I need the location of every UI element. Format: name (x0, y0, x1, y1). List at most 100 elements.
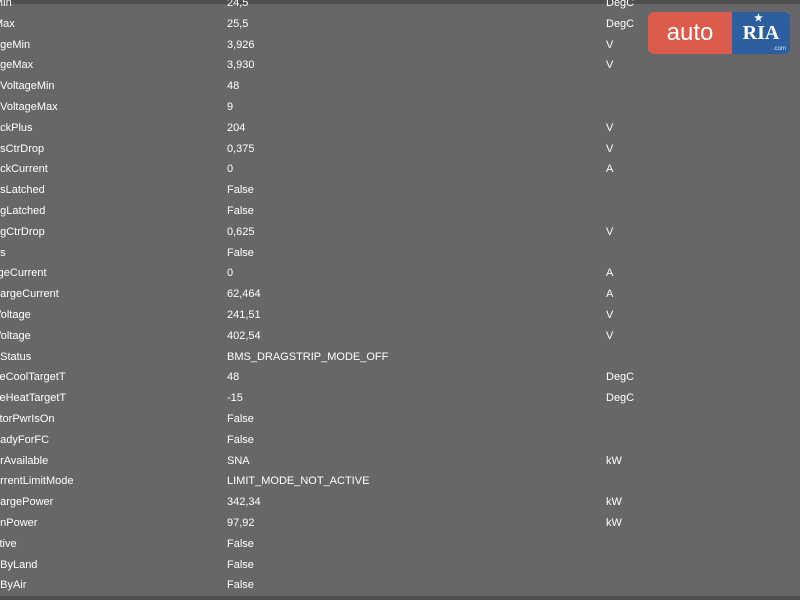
signal-name-text: ackCurrent (0, 163, 48, 176)
signal-name-text: egCtrDrop (0, 225, 45, 238)
table-row: egCtrDrop 0,625 V (0, 222, 800, 243)
signal-value: 342,34 (227, 496, 261, 509)
signal-name-text: nVoltageMax (0, 100, 58, 113)
signal-name: erAvailable (0, 451, 209, 472)
table-row: ageMax 3,930 V (0, 55, 800, 76)
table-row: ackCurrent 0 A (0, 159, 800, 180)
table-row: veHeatTargetT -15 DegC (0, 388, 800, 409)
signal-value: 3,926 (227, 38, 255, 51)
signal-unit: V (606, 38, 614, 51)
signal-name: Min (0, 0, 209, 14)
signal-name: Voltage (0, 305, 209, 326)
signal-value: 3,930 (227, 59, 255, 72)
signal-name-text: Voltage (0, 329, 31, 342)
signal-value: False (227, 246, 254, 259)
signal-name: enPower (0, 513, 209, 534)
signal-value: 24,5 (227, 0, 249, 9)
logo-ria-text: RIA (742, 22, 780, 44)
signal-name: ageMax (0, 55, 209, 76)
signal-name-text: pByLand (0, 558, 38, 571)
table-row: Voltage 402,54 V (0, 326, 800, 347)
bms-signal-table: Min 24,5 DegC Max 25,5 DegC ageMin 3,926 VageMax… (0, 0, 800, 596)
signal-name-text: Min (0, 0, 12, 9)
signal-unit: DegC (606, 392, 635, 405)
signal-value: 0,375 (227, 142, 255, 155)
signal-value: 0 (227, 163, 234, 176)
star-icon: ★ (754, 13, 763, 24)
signal-name-text: urrentLimitMode (0, 475, 74, 488)
signal-name: ctorPwrIsOn (0, 409, 209, 430)
signal-value: -15 (227, 392, 243, 405)
signal-name: osLatched (0, 180, 209, 201)
table-row: erAvailable SNA kW (0, 451, 800, 472)
signal-name-text: osLatched (0, 184, 45, 197)
signal-name: ackCurrent (0, 159, 209, 180)
signal-value: 204 (227, 121, 246, 134)
signal-name: os (0, 243, 209, 264)
signal-name-text: nVoltageMin (0, 80, 55, 93)
signal-name-text: enPower (0, 516, 38, 529)
signal-name-text: ctive (0, 537, 17, 550)
autoria-logo: auto ★ RIA .com (648, 12, 790, 54)
signal-name: nVoltageMax (0, 97, 209, 118)
signal-name-text: ctorPwrIsOn (0, 412, 55, 425)
signal-name-text: egLatched (0, 204, 46, 217)
signal-value: 97,92 (227, 516, 255, 529)
signal-name-text: rgeCurrent (0, 267, 47, 280)
signal-value: 9 (227, 100, 234, 113)
signal-name-text: Voltage (0, 308, 31, 321)
table-row: rgeCurrent 0 A (0, 263, 800, 284)
signal-unit: kW (606, 496, 622, 509)
signal-value: BMS_DRAGSTRIP_MODE_OFF (227, 350, 389, 363)
signal-value: False (227, 537, 254, 550)
signal-value: 25,5 (227, 17, 249, 30)
table-row: pByAir False (0, 575, 800, 596)
signal-name: hargePower (0, 492, 209, 513)
signal-name: ctive (0, 534, 209, 555)
signal-unit: V (606, 225, 614, 238)
signal-unit: kW (606, 454, 622, 467)
logo-suffix-text: .com (772, 46, 786, 52)
signal-name: veCoolTargetT (0, 367, 209, 388)
signal-value: 48 (227, 80, 240, 93)
signal-name-text: ackPlus (0, 121, 33, 134)
signal-name-text: pByAir (0, 579, 27, 592)
signal-name: eadyForFC (0, 430, 209, 451)
signal-name: osCtrDrop (0, 139, 209, 160)
signal-unit: A (606, 288, 614, 301)
signal-name-text: veCoolTargetT (0, 371, 66, 384)
signal-name: pByLand (0, 555, 209, 576)
signal-name: ackPlus (0, 118, 209, 139)
signal-name: urrentLimitMode (0, 471, 209, 492)
signal-name-text: pStatus (0, 350, 32, 363)
table-row: urrentLimitMode LIMIT_MODE_NOT_ACTIVE (0, 471, 800, 492)
signal-unit: V (606, 59, 614, 72)
signal-name: hargeCurrent (0, 284, 209, 305)
signal-unit: V (606, 142, 614, 155)
signal-unit: DegC (606, 0, 635, 9)
signal-value: 241,51 (227, 308, 261, 321)
table-row: ackPlus 204 V (0, 118, 800, 139)
signal-name-text: veHeatTargetT (0, 392, 67, 405)
signal-name: pStatus (0, 347, 209, 368)
table-row: hargePower 342,34 kW (0, 492, 800, 513)
signal-value: 62,464 (227, 288, 261, 301)
signal-unit: V (606, 121, 614, 134)
signal-name-text: osCtrDrop (0, 142, 45, 155)
signal-value: False (227, 433, 254, 446)
table-row: osLatched False (0, 180, 800, 201)
signal-value: 0 (227, 267, 234, 280)
table-row: enPower 97,92 kW (0, 513, 800, 534)
table-row: egLatched False (0, 201, 800, 222)
table-row: nVoltageMax 9 (0, 97, 800, 118)
table-row: pStatus BMS_DRAGSTRIP_MODE_OFF (0, 347, 800, 368)
signal-unit: kW (606, 516, 622, 529)
table-row: veCoolTargetT 48 DegC (0, 367, 800, 388)
signal-unit: A (606, 163, 614, 176)
signal-name: ageMin (0, 35, 209, 56)
signal-value: False (227, 579, 254, 592)
table-row: osCtrDrop 0,375 V (0, 139, 800, 160)
signal-name: rgeCurrent (0, 263, 209, 284)
table-row: ctive False (0, 534, 800, 555)
table-row: nVoltageMin 48 (0, 76, 800, 97)
